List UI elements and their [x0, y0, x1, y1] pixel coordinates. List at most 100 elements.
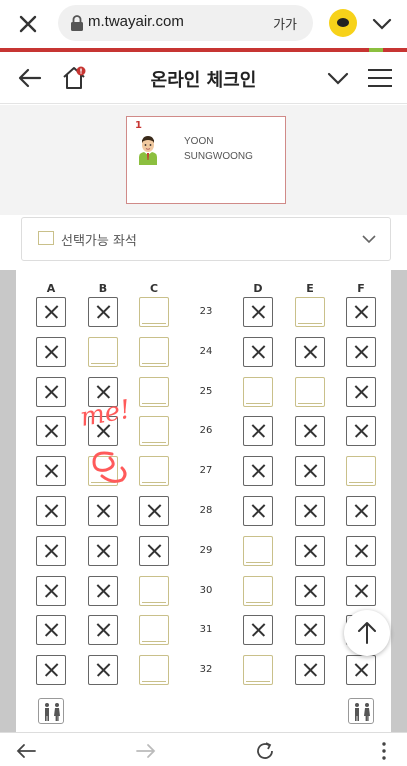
occupied-seat-30b: [88, 576, 118, 606]
occupied-seat-28a: [36, 496, 66, 526]
refresh-icon[interactable]: [253, 739, 277, 763]
restroom-icon: [348, 698, 374, 724]
passenger-first-name: YOON: [184, 136, 214, 147]
occupied-seat-27a: [36, 456, 66, 486]
browser-forward-icon[interactable]: [134, 739, 158, 763]
occupied-seat-31b: [88, 615, 118, 645]
address-bar[interactable]: m.twayair.com 가가: [58, 5, 313, 41]
row-number: 24: [199, 346, 213, 357]
font-size-button[interactable]: 가가: [273, 14, 297, 33]
occupied-seat-24f: [346, 337, 376, 367]
passenger-last-name: SUNGWOONG: [184, 151, 253, 162]
row-number: 25: [199, 386, 213, 397]
available-seat-27c[interactable]: [139, 456, 169, 486]
hamburger-menu-icon[interactable]: [368, 66, 394, 90]
chevron-down-icon: [360, 230, 378, 248]
occupied-seat-31d: [243, 615, 273, 645]
occupied-seat-32f: [346, 655, 376, 685]
passenger-card[interactable]: 1 YOON SUNGWOONG: [126, 116, 286, 204]
occupied-seat-27d: [243, 456, 273, 486]
available-seat-24c[interactable]: [139, 337, 169, 367]
occupied-seat-29f: [346, 536, 376, 566]
cabin: A B C D E F 23 24 25 26 27 28 29 30 31 32: [16, 270, 391, 732]
available-seat-23c[interactable]: [139, 297, 169, 327]
available-seat-32c[interactable]: [139, 655, 169, 685]
row-number: 28: [199, 505, 213, 516]
row-number: 26: [199, 425, 213, 436]
available-seat-32d[interactable]: [243, 655, 273, 685]
occupied-seat-23a: [36, 297, 66, 327]
seat-filter-dropdown[interactable]: 선택가능 좌석: [21, 217, 391, 261]
scroll-to-top-button[interactable]: [344, 610, 390, 656]
lock-icon: [70, 15, 84, 31]
restroom-icon: [38, 698, 64, 724]
occupied-seat-30e: [295, 576, 325, 606]
occupied-seat-25a: [36, 377, 66, 407]
occupied-seat-30f: [346, 576, 376, 606]
column-header-b: B: [98, 282, 108, 295]
column-header-d: D: [253, 282, 263, 295]
available-seat-30d[interactable]: [243, 576, 273, 606]
close-icon[interactable]: [14, 10, 42, 38]
occupied-seat-28b: [88, 496, 118, 526]
available-seat-27f[interactable]: [346, 456, 376, 486]
occupied-seat-24e: [295, 337, 325, 367]
occupied-seat-31e: [295, 615, 325, 645]
available-seat-25d[interactable]: [243, 377, 273, 407]
column-header-f: F: [357, 282, 365, 295]
row-number: 30: [199, 585, 213, 596]
row-number: 23: [199, 306, 213, 317]
occupied-seat-28e: [295, 496, 325, 526]
occupied-seat-28f: [346, 496, 376, 526]
available-seat-icon: [38, 231, 54, 245]
passenger-avatar-icon: [136, 133, 160, 165]
occupied-seat-24d: [243, 337, 273, 367]
row-number: 32: [199, 664, 213, 675]
row-number: 29: [199, 545, 213, 556]
available-seat-27b[interactable]: [88, 456, 118, 486]
occupied-seat-32e: [295, 655, 325, 685]
browser-toolbar: m.twayair.com 가가: [0, 0, 407, 48]
occupied-seat-27e: [295, 456, 325, 486]
available-seat-31c[interactable]: [139, 615, 169, 645]
more-options-icon[interactable]: [372, 739, 396, 763]
available-seat-25e[interactable]: [295, 377, 325, 407]
fuselage-wall-right: [391, 270, 407, 732]
occupied-seat-29b: [88, 536, 118, 566]
occupied-seat-30a: [36, 576, 66, 606]
row-number: 27: [199, 465, 213, 476]
occupied-seat-23f: [346, 297, 376, 327]
occupied-seat-29a: [36, 536, 66, 566]
occupied-seat-28c: [139, 496, 169, 526]
passenger-panel: 1 YOON SUNGWOONG: [0, 105, 407, 215]
occupied-seat-28d: [243, 496, 273, 526]
browser-back-icon[interactable]: [14, 739, 38, 763]
occupied-seat-26f: [346, 416, 376, 446]
available-seat-26c[interactable]: [139, 416, 169, 446]
chevron-down-icon[interactable]: [370, 12, 394, 36]
occupied-seat-23b: [88, 297, 118, 327]
available-seat-24b[interactable]: [88, 337, 118, 367]
available-seat-25c[interactable]: [139, 377, 169, 407]
row-number: 31: [199, 624, 213, 635]
occupied-seat-32b: [88, 655, 118, 685]
available-seat-30c[interactable]: [139, 576, 169, 606]
column-header-c: C: [149, 282, 159, 295]
occupied-seat-31a: [36, 615, 66, 645]
occupied-seat-23d: [243, 297, 273, 327]
occupied-seat-26d: [243, 416, 273, 446]
chevron-down-icon[interactable]: [326, 66, 350, 90]
seat-filter-label: 선택가능 좌석: [61, 234, 137, 249]
available-seat-29d[interactable]: [243, 536, 273, 566]
occupied-seat-26e: [295, 416, 325, 446]
seat-map: A B C D E F 23 24 25 26 27 28 29 30 31 32: [0, 270, 407, 732]
occupied-seat-26a: [36, 416, 66, 446]
kakao-talk-icon[interactable]: [329, 9, 357, 37]
fuselage-wall-left: [0, 270, 16, 732]
column-header-a: A: [46, 282, 56, 295]
occupied-seat-25f: [346, 377, 376, 407]
available-seat-23e[interactable]: [295, 297, 325, 327]
passenger-number: 1: [135, 120, 142, 131]
occupied-seat-29e: [295, 536, 325, 566]
occupied-seat-29c: [139, 536, 169, 566]
